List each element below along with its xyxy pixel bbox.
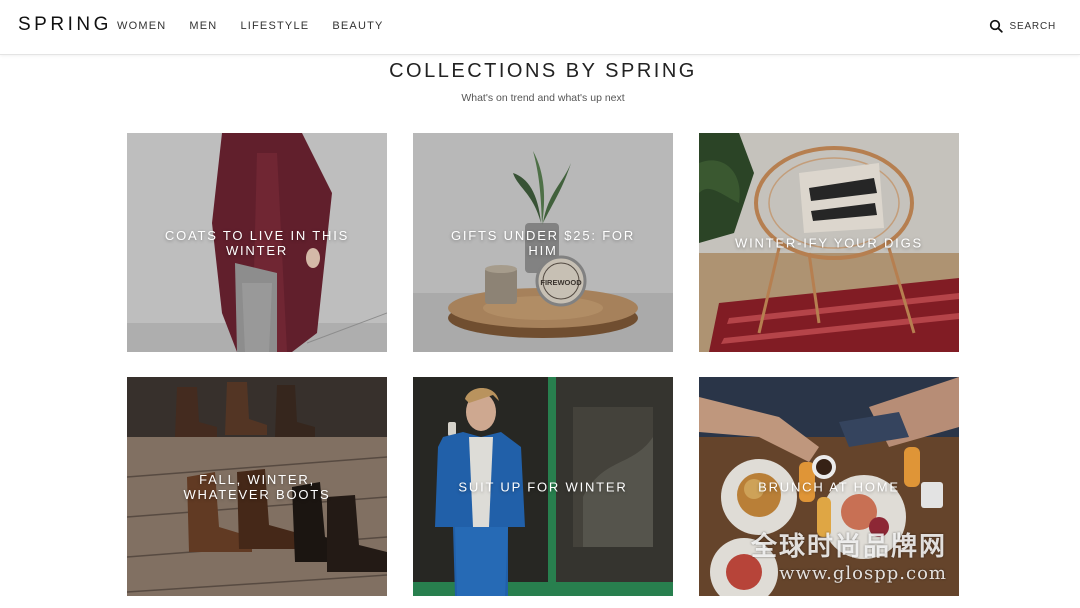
collection-card-gifts[interactable]: FIREWOOD GIFTS UNDER $25: FOR HIM — [413, 133, 673, 352]
watermark-chinese: 全球时尚品牌网 — [750, 532, 947, 562]
site-header: SPRING WOMEN MEN LIFESTYLE BEAUTY SEARCH — [0, 0, 1080, 55]
collection-card-boots[interactable]: FALL, WINTER, WHATEVER BOOTS — [127, 377, 387, 596]
nav-item-men[interactable]: MEN — [189, 20, 217, 32]
watermark: 全球时尚品牌网 www.glospp.com — [751, 526, 947, 584]
page-title: COLLECTIONS BY SPRING — [389, 60, 697, 82]
collection-card-home[interactable]: WINTER-IFY YOUR DIGS — [699, 133, 959, 352]
search-label: SEARCH — [1009, 20, 1056, 32]
collection-title: COATS TO LIVE IN THIS WINTER — [164, 227, 350, 258]
collection-card-brunch[interactable]: BRUNCH AT HOME 全球时尚品牌网 www.glospp.com — [699, 377, 959, 596]
collection-title: SUIT UP FOR WINTER — [458, 479, 628, 494]
search-icon — [989, 19, 1003, 33]
collection-title: GIFTS UNDER $25: FOR HIM — [450, 227, 636, 258]
logo[interactable]: SPRING — [18, 14, 112, 36]
nav-item-lifestyle[interactable]: LIFESTYLE — [240, 20, 309, 32]
nav-item-women[interactable]: WOMEN — [117, 20, 166, 32]
watermark-url: www.glospp.com — [779, 563, 947, 584]
collection-title: WINTER-IFY YOUR DIGS — [735, 235, 923, 250]
collection-title: FALL, WINTER, WHATEVER BOOTS — [183, 471, 331, 502]
nav-item-beauty[interactable]: BEAUTY — [332, 20, 383, 32]
search-button[interactable]: SEARCH — [989, 19, 1056, 33]
collection-title: BRUNCH AT HOME — [758, 479, 900, 494]
page-subtitle: What's on trend and what's up next — [461, 92, 625, 104]
main-nav: WOMEN MEN LIFESTYLE BEAUTY — [117, 20, 407, 32]
collection-card-coats[interactable]: COATS TO LIVE IN THIS WINTER — [127, 133, 387, 352]
collection-card-suits[interactable]: SUIT UP FOR WINTER — [413, 377, 673, 596]
